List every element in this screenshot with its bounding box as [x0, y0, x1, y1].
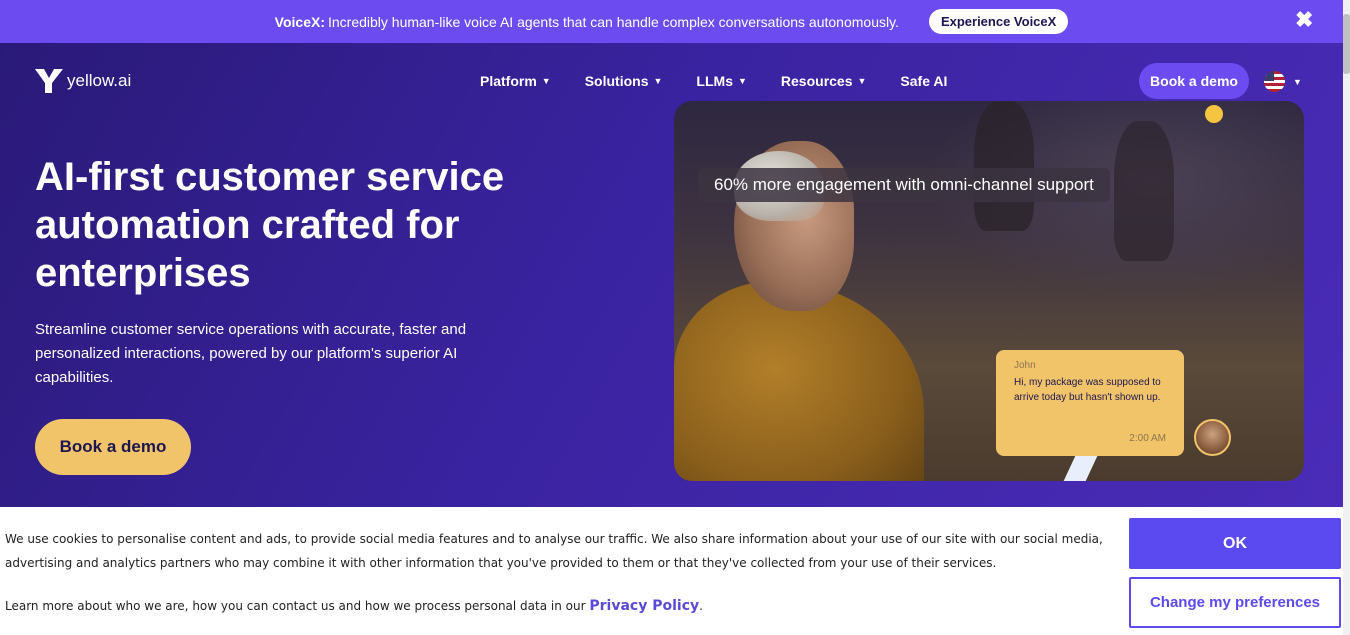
announcement-message: Incredibly human-like voice AI agents th…: [327, 13, 899, 30]
nav-item-resources[interactable]: Resources ▼: [781, 73, 867, 89]
avatar: [1194, 419, 1231, 456]
nav-item-safe-ai[interactable]: Safe AI: [900, 73, 947, 89]
person-body: [674, 281, 924, 481]
nav-item-label: LLMs: [696, 73, 733, 89]
background-person: [1114, 121, 1174, 261]
nav-item-label: Platform: [480, 73, 537, 89]
chevron-down-icon: ▼: [857, 76, 867, 86]
decorative-dot: [1205, 105, 1223, 123]
nav-item-solutions[interactable]: Solutions ▼: [585, 73, 663, 89]
nav-item-label: Safe AI: [900, 73, 948, 89]
nav-item-llms[interactable]: LLMs ▼: [696, 73, 746, 89]
ok-button[interactable]: OK: [1129, 518, 1341, 569]
chevron-down-icon: ▼: [653, 76, 663, 86]
nav-item-label: Solutions: [584, 73, 649, 89]
book-demo-nav-button[interactable]: Book a demo: [1139, 63, 1249, 99]
chat-sender: John: [1014, 360, 1036, 371]
engagement-badge: 60% more engagement with omni-channel su…: [698, 168, 1110, 202]
us-flag-icon: [1264, 71, 1285, 92]
cookie-learn-more-text: Learn more about who we are, how you can…: [5, 599, 586, 613]
nav-menu: Platform ▼ Solutions ▼ LLMs ▼ Resources …: [480, 73, 981, 89]
book-demo-hero-button[interactable]: Book a demo: [35, 419, 191, 475]
close-icon[interactable]: ✖: [1295, 9, 1313, 31]
language-selector[interactable]: ▼: [1264, 71, 1302, 92]
experience-voicex-button[interactable]: Experience VoiceX: [928, 9, 1069, 34]
background-person: [974, 101, 1034, 231]
change-preferences-button[interactable]: Change my preferences: [1129, 577, 1341, 628]
hero-subtext: Streamline customer service operations w…: [35, 321, 467, 386]
cookie-text: We use cookies to personalise content an…: [5, 532, 1103, 570]
chevron-down-icon: ▼: [737, 76, 747, 86]
announcement-bar: VoiceX: Incredibly human-like voice AI a…: [0, 0, 1343, 43]
nav-item-platform[interactable]: Platform ▼: [480, 73, 551, 89]
logo-text: yellow.ai: [67, 71, 132, 90]
period: .: [699, 599, 703, 613]
scrollbar[interactable]: [1343, 0, 1350, 635]
nav-item-label: Resources: [780, 73, 853, 89]
announcement-lead: VoiceX:: [274, 13, 325, 30]
yellow-ai-logo-icon: [35, 69, 63, 93]
privacy-policy-link[interactable]: Privacy Policy: [589, 598, 699, 614]
chat-time: 2:00 AM: [1129, 433, 1166, 444]
chevron-down-icon: ▼: [541, 76, 551, 86]
cookie-banner: We use cookies to personalise content an…: [0, 507, 1343, 635]
cookie-learn-more: Learn more about who we are, how you can…: [5, 598, 703, 614]
logo[interactable]: yellow.ai: [35, 69, 131, 93]
chat-message: Hi, my package was supposed to arrive to…: [1014, 377, 1161, 403]
scrollbar-thumb[interactable]: [1343, 14, 1350, 74]
chevron-down-icon: ▼: [1293, 76, 1302, 87]
hero-headline: AI-first customer service automation cra…: [35, 155, 505, 295]
chat-bubble: John Hi, my package was supposed to arri…: [996, 350, 1184, 456]
